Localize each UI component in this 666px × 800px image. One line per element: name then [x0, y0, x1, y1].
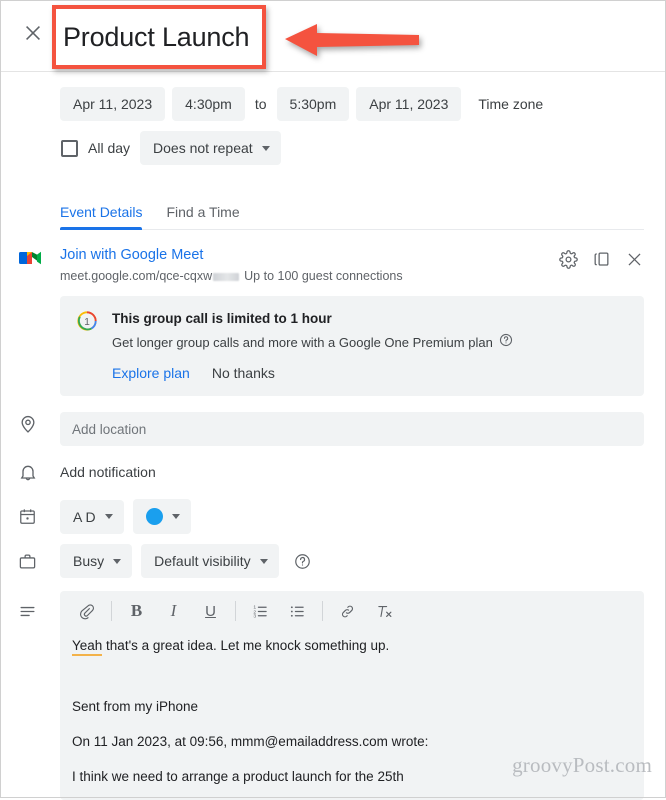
meet-url-redaction — [213, 273, 240, 281]
meet-url: meet.google.com/qce-cqxw — [60, 269, 213, 283]
google-one-icon: 1 — [76, 310, 98, 381]
chevron-down-icon — [104, 514, 113, 519]
description-blank-space — [72, 655, 632, 697]
visibility-dropdown[interactable]: Default visibility — [141, 544, 279, 578]
underline-icon[interactable]: U — [192, 594, 229, 628]
start-time-chip[interactable]: 4:30pm — [172, 87, 245, 121]
tab-event-details[interactable]: Event Details — [60, 204, 154, 230]
description-line-3: On 11 Jan 2023, at 09:56, mmm@emailaddre… — [72, 734, 429, 749]
bulleted-list-icon[interactable] — [279, 594, 316, 628]
bold-icon[interactable]: B — [118, 594, 155, 628]
end-date-chip[interactable]: Apr 11, 2023 — [356, 87, 462, 121]
promo-subtitle-row: Get longer group calls and more with a G… — [112, 333, 628, 352]
no-thanks-button[interactable]: No thanks — [212, 365, 275, 381]
description-toolbar: B I U 1 2 3 — [60, 591, 644, 631]
location-placeholder: Add location — [72, 421, 147, 437]
description-lines-icon — [18, 591, 60, 800]
close-icon[interactable] — [625, 250, 644, 274]
calendar-chips: A D — [60, 499, 644, 534]
annotation-arrow-icon — [285, 24, 419, 56]
tab-bar: Event Details Find a Time — [0, 194, 666, 230]
help-icon[interactable] — [294, 553, 311, 570]
allday-row: All day Does not repeat — [0, 128, 666, 168]
end-time-chip[interactable]: 5:30pm — [276, 87, 350, 121]
location-row: Add location — [0, 412, 666, 446]
toolbar-divider — [235, 601, 236, 621]
google-one-promo-panel: 1 This group call is limited to 1 hour G… — [60, 296, 644, 396]
clear-formatting-icon[interactable] — [366, 594, 403, 628]
description-line-2: Sent from my iPhone — [72, 699, 199, 714]
copy-icon[interactable] — [592, 250, 611, 274]
location-pin-icon — [18, 412, 60, 446]
calendar-row: A D — [0, 499, 666, 534]
tab-find-a-time[interactable]: Find a Time — [166, 204, 251, 230]
svg-text:3: 3 — [253, 613, 256, 619]
all-day-label[interactable]: All day — [88, 140, 130, 156]
repeat-dropdown-label: Does not repeat — [153, 140, 253, 156]
event-color-dropdown[interactable] — [132, 499, 191, 534]
header-divider — [0, 71, 666, 72]
to-label: to — [254, 96, 267, 112]
start-date-chip[interactable]: Apr 11, 2023 — [60, 87, 166, 121]
google-meet-row: Join with Google Meet meet.google.com/qc… — [0, 246, 666, 396]
chevron-down-icon — [261, 145, 270, 151]
attach-icon[interactable] — [68, 594, 105, 628]
calendar-owner-label: A D — [73, 508, 96, 525]
chevron-down-icon — [113, 558, 122, 564]
promo-subtitle: Get longer group calls and more with a G… — [112, 334, 493, 350]
chevron-down-icon — [171, 514, 180, 519]
event-color-swatch — [145, 508, 163, 525]
dialog-header — [0, 0, 666, 72]
close-icon[interactable] — [22, 22, 44, 44]
explore-plan-button[interactable]: Explore plan — [112, 365, 190, 381]
availability-row: Busy Default visibility — [0, 544, 666, 578]
misspelled-word: Yeah — [72, 638, 103, 656]
bell-icon — [18, 461, 60, 488]
calendar-owner-dropdown[interactable]: A D — [60, 499, 124, 534]
visibility-label: Default visibility — [154, 553, 251, 569]
event-title-input[interactable] — [55, 8, 263, 66]
calendar-icon — [18, 499, 60, 534]
meet-details: meet.google.com/qce-cqxw Up to 100 guest… — [60, 268, 403, 285]
timezone-button[interactable]: Time zone — [478, 96, 543, 112]
add-notification-button[interactable]: Add notification — [60, 461, 644, 480]
numbered-list-icon[interactable]: 1 2 3 — [242, 594, 279, 628]
description-line-1: Yeah that's a great idea. Let me knock s… — [72, 636, 632, 656]
meet-action-buttons — [559, 246, 644, 274]
chevron-down-icon — [259, 558, 268, 564]
join-google-meet-link[interactable]: Join with Google Meet — [60, 246, 403, 265]
italic-icon[interactable]: I — [155, 594, 192, 628]
all-day-checkbox[interactable] — [61, 139, 78, 157]
toolbar-divider — [322, 601, 323, 621]
description-line-1-rest: that's a great idea. Let me knock someth… — [102, 638, 390, 653]
gear-icon[interactable] — [559, 250, 578, 274]
google-meet-icon — [18, 246, 60, 396]
datetime-row: Apr 11, 2023 4:30pm to 5:30pm Apr 11, 20… — [0, 82, 666, 126]
availability-chips: Busy Default visibility — [60, 544, 644, 578]
watermark: groovyPost.com — [512, 753, 652, 777]
link-icon[interactable] — [329, 594, 366, 628]
briefcase-icon — [18, 544, 60, 578]
toolbar-divider — [111, 601, 112, 621]
repeat-dropdown[interactable]: Does not repeat — [140, 131, 281, 165]
notification-row: Add notification — [0, 461, 666, 488]
event-title-field[interactable] — [55, 8, 263, 66]
promo-actions: Explore plan No thanks — [112, 365, 628, 381]
location-input[interactable]: Add location — [60, 412, 644, 446]
description-blank-space — [72, 716, 632, 732]
meet-guest-info: Up to 100 guest connections — [244, 269, 403, 283]
busy-dropdown[interactable]: Busy — [60, 544, 133, 578]
busy-label: Busy — [73, 553, 105, 569]
promo-title: This group call is limited to 1 hour — [112, 311, 332, 326]
svg-text:1: 1 — [84, 317, 90, 328]
help-icon[interactable] — [499, 333, 513, 352]
